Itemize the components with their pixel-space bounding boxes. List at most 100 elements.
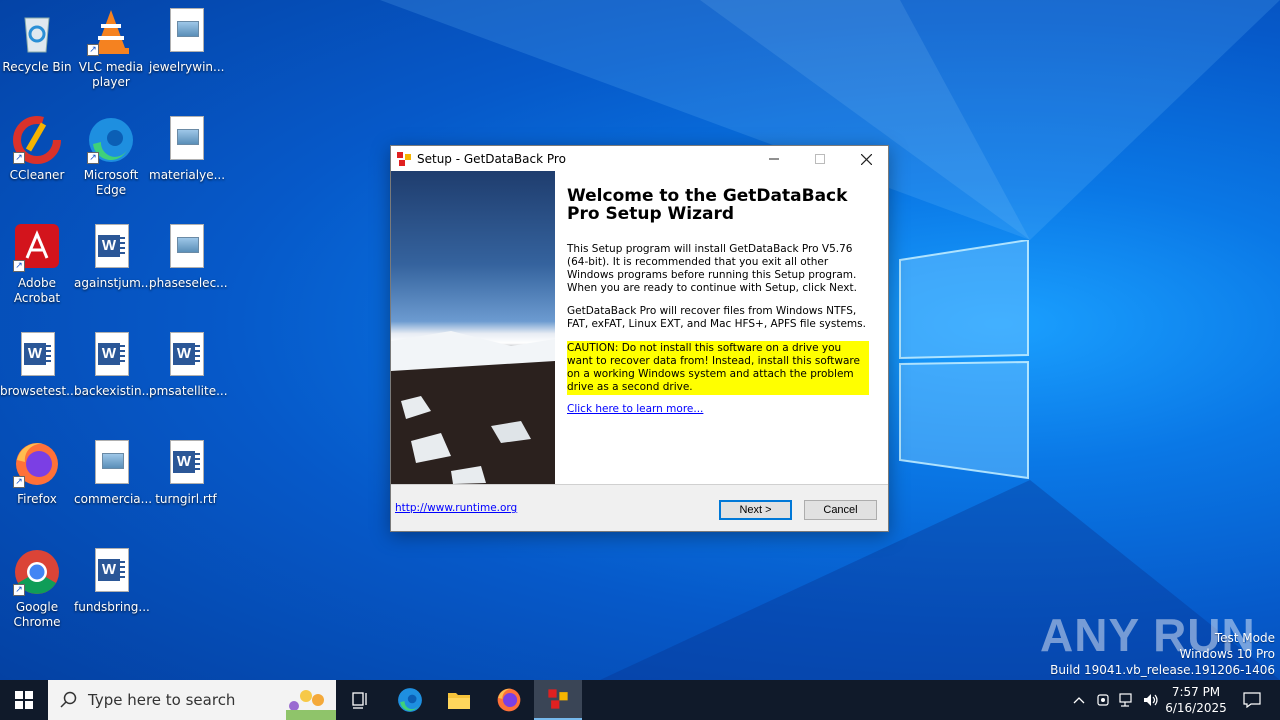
desktop-icon-label: VLC media player: [78, 60, 144, 89]
test-mode-watermark: Test Mode Windows 10 Pro Build 19041.vb_…: [1050, 630, 1275, 678]
shortcut-arrow-icon: ↗: [13, 260, 25, 272]
action-center-button[interactable]: [1232, 680, 1272, 720]
taskbar-getdataback-setup-button[interactable]: [534, 680, 582, 720]
windows-start-icon: [15, 691, 33, 709]
close-button[interactable]: [843, 146, 889, 172]
desktop-icon-label: pmsatellite...: [149, 384, 228, 398]
intro-paragraph: This Setup program will install GetDataB…: [567, 243, 857, 294]
desktop-icon-turngirl[interactable]: W turngirl.rtf: [149, 440, 223, 507]
taskbar-edge-button[interactable]: [386, 680, 434, 720]
clock-date: 6/16/2025: [1165, 701, 1227, 715]
search-highlight-flowers-icon: [286, 690, 336, 720]
dialog-footer: http://www.runtime.org Next > Cancel: [391, 484, 888, 531]
desktop-icon-materialye[interactable]: materialye...: [149, 116, 226, 183]
desktop-icon-label: againstjum...: [74, 276, 153, 290]
desktop-icon-acrobat[interactable]: ↗ Adobe Acrobat: [0, 224, 74, 306]
desktop-icon-label: jewelrywin...: [149, 60, 225, 74]
image-file-icon: [162, 224, 210, 272]
filesystems-paragraph: GetDataBack Pro will recover files from …: [567, 305, 866, 330]
desktop-icon-firefox[interactable]: ↗ Firefox: [0, 440, 74, 507]
tray-volume-button[interactable]: [1140, 680, 1162, 720]
word-document-icon: W: [87, 224, 135, 272]
chevron-up-icon: [1073, 697, 1085, 704]
vlc-cone-icon: ↗: [87, 8, 135, 56]
maximize-icon: [815, 154, 825, 164]
desktop-icon-backexistin[interactable]: W backexistin...: [74, 332, 154, 399]
windows-logo-wallpaper: [899, 240, 1029, 480]
desktop-icon-ccleaner[interactable]: ↗ CCleaner: [0, 116, 74, 183]
word-document-icon: W: [162, 440, 210, 488]
search-icon: [60, 691, 77, 708]
edge-icon: ↗: [87, 116, 135, 164]
desktop-icon-vlc[interactable]: ↗ VLC media player: [74, 8, 148, 90]
network-icon: [1119, 693, 1132, 707]
clock-time: 7:57 PM: [1171, 685, 1221, 699]
image-file-icon: [162, 116, 210, 164]
taskbar-search-box[interactable]: Type here to search: [48, 680, 336, 720]
watermark-line-2: Windows 10 Pro: [1179, 647, 1275, 661]
acrobat-icon: ↗: [13, 224, 61, 272]
caution-warning: CAUTION: Do not install this software on…: [567, 341, 869, 395]
dialog-title: Setup - GetDataBack Pro: [417, 152, 566, 166]
start-button[interactable]: [0, 680, 48, 720]
desktop-icon-label: commercia...: [74, 492, 153, 506]
word-document-icon: W: [87, 548, 135, 596]
minimize-button[interactable]: [751, 146, 797, 172]
runtime-website-link[interactable]: http://www.runtime.org: [395, 502, 517, 514]
word-document-icon: W: [87, 332, 135, 380]
desktop-icon-label: Microsoft Edge: [83, 168, 139, 197]
taskbar-file-explorer-button[interactable]: [435, 680, 483, 720]
close-icon: [860, 153, 872, 165]
dialog-titlebar[interactable]: Setup - GetDataBack Pro: [391, 146, 888, 172]
firefox-icon: ↗: [13, 440, 61, 488]
desktop-icon-phaseselec[interactable]: phaseselec...: [149, 224, 228, 291]
minimize-icon: [769, 158, 779, 160]
desktop-icon-againstjum[interactable]: W againstjum...: [74, 224, 153, 291]
task-view-icon: [352, 692, 367, 709]
desktop-icon-label: fundsbring...: [74, 600, 150, 614]
desktop-icon-label: Firefox: [17, 492, 57, 506]
ccleaner-icon: ↗: [13, 116, 61, 164]
image-file-icon: [87, 440, 135, 488]
desktop-icon-label: Recycle Bin: [2, 60, 72, 74]
task-view-button[interactable]: [336, 680, 384, 720]
word-document-icon: W: [162, 332, 210, 380]
desktop-icon-jewelrywin[interactable]: jewelrywin...: [149, 8, 225, 75]
desktop-icon-fundsbring[interactable]: W fundsbring...: [74, 548, 150, 615]
desktop-icon-pmsatellite[interactable]: W pmsatellite...: [149, 332, 228, 399]
desktop-icon-edge[interactable]: ↗ Microsoft Edge: [74, 116, 148, 198]
tray-network-button[interactable]: [1116, 680, 1138, 720]
desktop-icon-label: Google Chrome: [13, 600, 61, 629]
wizard-heading: Welcome to the GetDataBack Pro Setup Wiz…: [567, 186, 848, 224]
speaker-icon: [1144, 694, 1158, 706]
tray-device-button[interactable]: [1092, 680, 1114, 720]
device-icon: [1097, 694, 1109, 706]
shortcut-arrow-icon: ↗: [13, 152, 25, 164]
desktop-icon-label: Adobe Acrobat: [13, 276, 61, 305]
shortcut-arrow-icon: ↗: [13, 584, 25, 596]
show-hidden-icons-button[interactable]: [1068, 680, 1090, 720]
search-placeholder: Type here to search: [88, 691, 236, 709]
maximize-button[interactable]: [797, 146, 843, 172]
desktop-icon-recycle-bin[interactable]: Recycle Bin: [0, 8, 74, 75]
shortcut-arrow-icon: ↗: [87, 152, 99, 164]
desktop-icon-label: materialye...: [149, 168, 226, 182]
folder-icon: [448, 693, 470, 709]
desktop-icon-browsetest[interactable]: W browsetest...: [0, 332, 78, 399]
learn-more-link[interactable]: Click here to learn more...: [567, 403, 703, 415]
recycle-bin-icon: [13, 8, 61, 56]
cancel-button[interactable]: Cancel: [804, 500, 877, 520]
setup-dialog: Setup - GetDataBack Pro Welcome to the G…: [390, 145, 889, 532]
chrome-icon: ↗: [13, 548, 61, 596]
image-file-icon: [162, 8, 210, 56]
taskbar-firefox-button[interactable]: [485, 680, 533, 720]
desktop-icon-label: turngirl.rtf: [155, 492, 217, 506]
desktop-icon-label: phaseselec...: [149, 276, 228, 290]
shortcut-arrow-icon: ↗: [13, 476, 25, 488]
desktop-icon-label: backexistin...: [74, 384, 154, 398]
desktop-icon-chrome[interactable]: ↗ Google Chrome: [0, 548, 74, 630]
watermark-line-1: Test Mode: [1214, 631, 1275, 645]
desktop-icon-commercia[interactable]: commercia...: [74, 440, 153, 507]
taskbar-clock[interactable]: 7:57 PM 6/16/2025: [1164, 680, 1228, 720]
next-button[interactable]: Next >: [719, 500, 792, 520]
